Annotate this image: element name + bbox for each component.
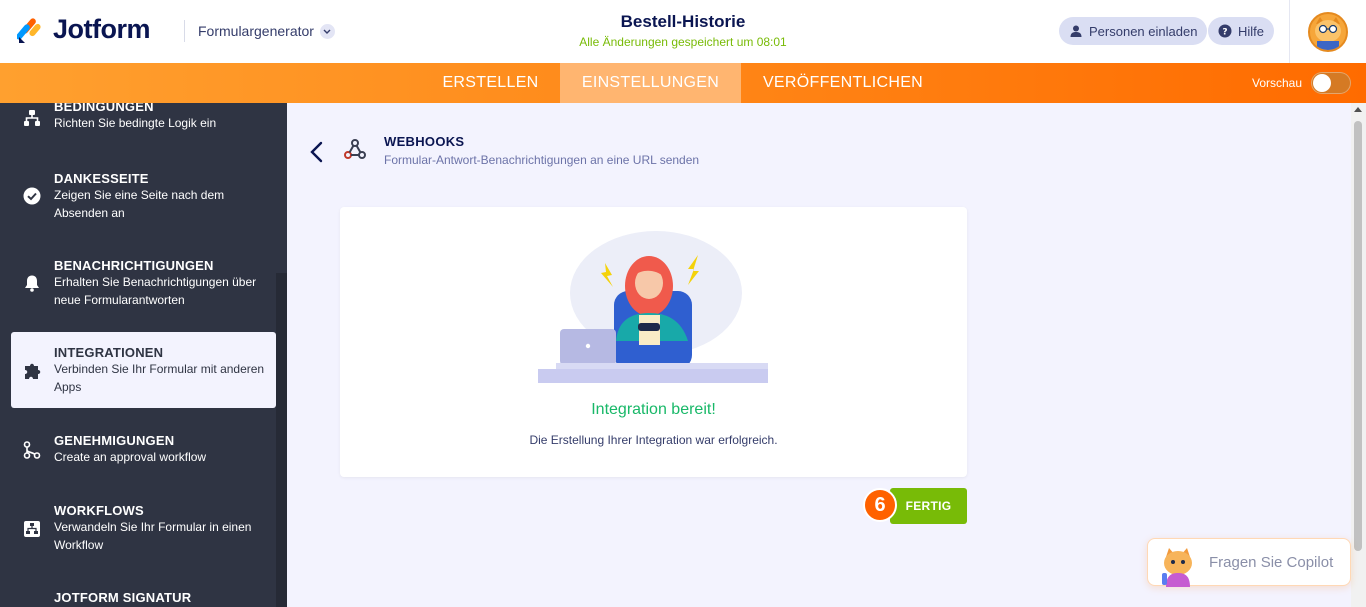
sidebar-scrollbar[interactable] xyxy=(276,273,287,607)
sidebar-item-desc: Erhalten Sie Benachrichtigungen über neu… xyxy=(54,275,257,307)
sidebar-item-title: WORKFLOWS xyxy=(54,503,144,518)
sidebar-item-desc: Richten Sie bedingte Logik ein xyxy=(54,116,217,130)
copilot-label: Fragen Sie Copilot xyxy=(1209,554,1334,571)
sidebar-item-desc: Zeigen Sie eine Seite nach dem Absenden … xyxy=(54,188,225,220)
jotform-logo[interactable]: Jotform xyxy=(17,14,151,45)
sidebar-item-desc: Create an approval workflow xyxy=(54,450,207,464)
webhooks-title: WEBHOOKS xyxy=(384,134,465,149)
invite-button[interactable]: Personen einladen xyxy=(1059,17,1208,45)
sidebar-item-title: GENEHMIGUNGEN xyxy=(54,433,175,448)
scroll-up-arrow-icon[interactable] xyxy=(1354,107,1362,112)
sidebar-item-desc: Verbinden Sie Ihr Formular mit anderen A… xyxy=(54,362,265,394)
sidebar-item-approvals[interactable]: GENEHMIGUNGEN Create an approval workflo… xyxy=(11,425,276,479)
sidebar-item-title: BEDINGUNGEN xyxy=(54,103,154,114)
tab-veroeffentlichen[interactable]: VERÖFFENTLICHEN xyxy=(747,63,939,103)
webhooks-subtitle: Formular-Antwort-Benachrichtigungen an e… xyxy=(384,153,700,167)
form-generator-label: Formulargenerator xyxy=(198,23,314,39)
help-button[interactable]: ? Hilfe xyxy=(1208,17,1275,45)
tab-erstellen[interactable]: ERSTELLEN xyxy=(427,63,554,103)
done-button[interactable]: FERTIG xyxy=(890,488,967,524)
sidebar-item-notifications[interactable]: BENACHRICHTIGUNGEN Erhalten Sie Benachri… xyxy=(11,250,276,320)
preview-toggle[interactable] xyxy=(1311,72,1351,94)
sidebar-item-thankyou[interactable]: DANKESSEITE Zeigen Sie eine Seite nach d… xyxy=(11,163,276,233)
main-panel: WEBHOOKS Formular-Antwort-Benachrichtigu… xyxy=(287,103,1351,607)
help-icon: ? xyxy=(1218,24,1232,38)
copilot-button[interactable]: Fragen Sie Copilot xyxy=(1147,538,1351,587)
jotform-logo-icon xyxy=(17,17,41,43)
back-arrow-icon[interactable] xyxy=(307,139,327,165)
user-avatar-icon xyxy=(1315,16,1341,50)
top-bar: Jotform Formulargenerator Bestell-Histor… xyxy=(0,0,1366,63)
toggle-knob xyxy=(1313,74,1331,92)
invite-label: Personen einladen xyxy=(1089,23,1198,39)
chevron-down-icon xyxy=(319,23,335,39)
logo-text: Jotform xyxy=(53,14,151,44)
help-label: Hilfe xyxy=(1238,23,1265,39)
copilot-mascot-icon xyxy=(1162,548,1192,587)
avatar-container[interactable] xyxy=(1289,0,1366,63)
step-number-badge: 6 xyxy=(863,488,897,522)
preview-label: Vorschau xyxy=(1252,76,1303,90)
integration-ready-title: Integration bereit! xyxy=(591,401,716,418)
conditions-icon xyxy=(24,110,40,126)
sidebar-item-title: BENACHRICHTIGUNGEN xyxy=(54,258,214,273)
puzzle-icon xyxy=(25,363,41,379)
main-nav: ERSTELLEN EINSTELLUNGEN VERÖFFENTLICHEN … xyxy=(0,63,1366,103)
bell-icon xyxy=(25,275,39,292)
check-circle-icon xyxy=(23,187,41,205)
header-divider xyxy=(184,20,185,42)
webhook-icon xyxy=(344,139,366,159)
sidebar-item-title: INTEGRATIONEN xyxy=(54,345,164,360)
sidebar-item-integrations[interactable]: INTEGRATIONEN Verbinden Sie Ihr Formular… xyxy=(11,332,276,408)
sidebar-item-desc: Verwandeln Sie Ihr Formular in einen Wor… xyxy=(54,520,252,552)
form-generator-dropdown[interactable]: Formulargenerator xyxy=(198,23,335,39)
sidebar-item-conditions[interactable]: BEDINGUNGEN Richten Sie bedingte Logik e… xyxy=(11,103,276,143)
sidebar-item-title: JOTFORM SIGNATUR xyxy=(54,590,192,605)
settings-sidebar: BEDINGUNGEN Richten Sie bedingte Logik e… xyxy=(0,103,287,607)
tab-einstellungen[interactable]: EINSTELLUNGEN xyxy=(560,63,741,103)
sidebar-item-signature[interactable]: JOTFORM SIGNATUR xyxy=(11,581,276,607)
main-scrollbar-thumb[interactable] xyxy=(1354,121,1362,551)
avatar[interactable] xyxy=(1308,11,1348,52)
user-icon xyxy=(1070,25,1082,37)
workflow-icon xyxy=(24,521,40,537)
integration-success-message: Die Erstellung Ihrer Integration war erf… xyxy=(529,433,778,447)
sidebar-item-title: DANKESSEITE xyxy=(54,171,149,186)
approval-icon xyxy=(23,441,41,459)
integration-result-card: Integration bereit! Die Erstellung Ihrer… xyxy=(340,207,967,477)
sidebar-item-workflows[interactable]: WORKFLOWS Verwandeln Sie Ihr Formular in… xyxy=(11,495,276,565)
main-scrollbar[interactable] xyxy=(1351,103,1366,607)
svg-text:?: ? xyxy=(1222,28,1227,38)
integration-ready-illustration xyxy=(538,231,768,383)
